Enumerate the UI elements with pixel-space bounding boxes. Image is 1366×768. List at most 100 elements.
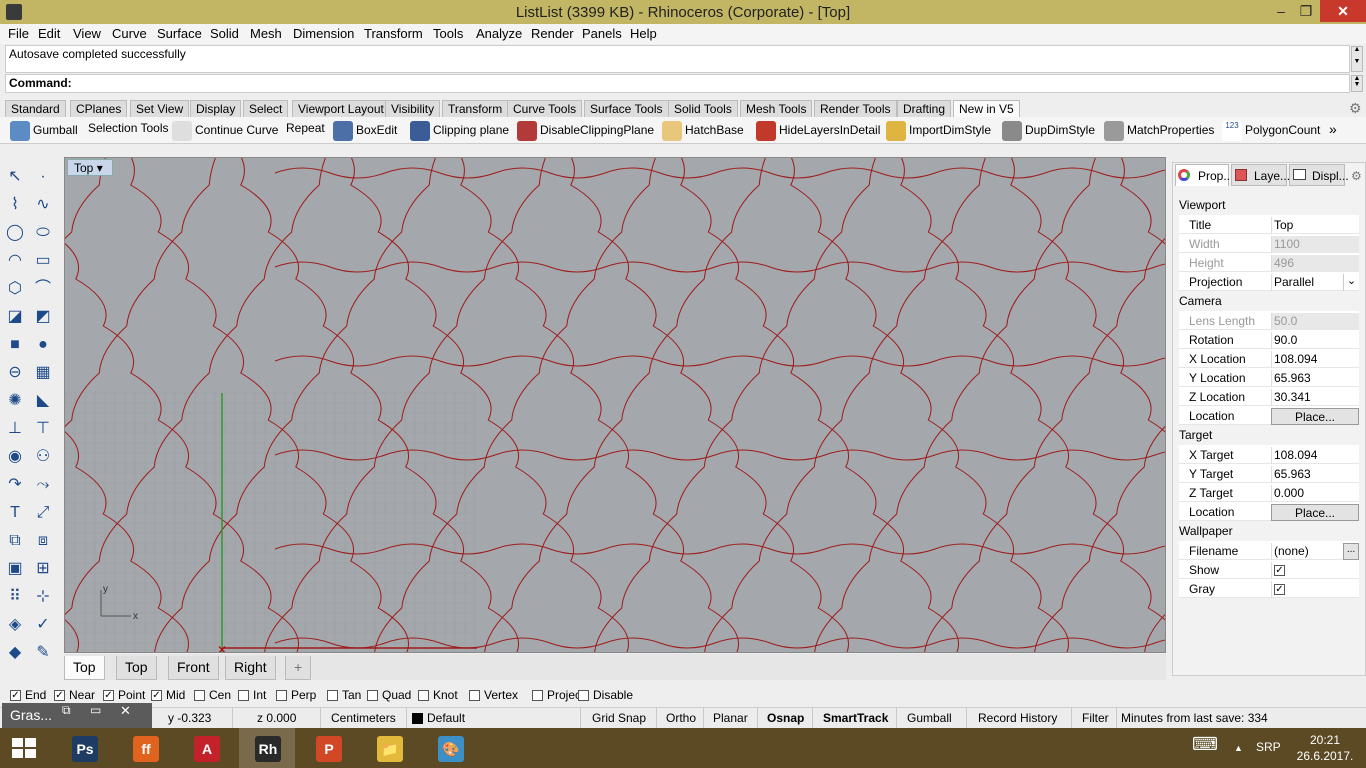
viewport-tab-front[interactable]: Front bbox=[168, 656, 219, 680]
tab-mesh-tools[interactable]: Mesh Tools bbox=[740, 100, 813, 117]
tab-standard[interactable]: Standard bbox=[5, 100, 66, 117]
osnap-checkbox[interactable]: ✓ bbox=[54, 690, 65, 702]
arc-icon[interactable]: ◠ bbox=[4, 250, 26, 272]
tab-visibility[interactable]: Visibility bbox=[385, 100, 441, 117]
osnap-tan[interactable]: Tan bbox=[327, 688, 361, 702]
osnap-mid[interactable]: ✓ Mid bbox=[151, 688, 185, 702]
tray-expand-icon[interactable]: ▲ bbox=[1234, 743, 1243, 753]
clipping-plane-tool[interactable]: Clipping plane bbox=[410, 121, 509, 141]
osnap-checkbox[interactable] bbox=[367, 690, 378, 702]
prop-value[interactable]: 108.094 bbox=[1271, 351, 1359, 368]
point-icon[interactable]: · bbox=[32, 166, 54, 188]
render-icon[interactable]: ◆ bbox=[4, 642, 26, 664]
osnap-vertex[interactable]: Vertex bbox=[469, 688, 518, 702]
units-label[interactable]: Centimeters bbox=[331, 711, 396, 725]
ellipse-icon[interactable]: ⬭ bbox=[32, 222, 54, 244]
tab-cplanes[interactable]: CPlanes bbox=[70, 100, 128, 117]
polyline-icon[interactable]: ⌇ bbox=[4, 194, 26, 216]
osnap-end[interactable]: ✓ End bbox=[10, 688, 46, 702]
smarttrack-toggle[interactable]: SmartTrack bbox=[823, 711, 888, 725]
minimize-button[interactable]: – bbox=[1267, 0, 1295, 22]
taskbar-app-4[interactable]: P bbox=[300, 728, 356, 768]
sphere-icon[interactable]: ● bbox=[32, 334, 54, 356]
trim-icon[interactable]: ◣ bbox=[32, 390, 54, 412]
taskbar-app-0[interactable]: Ps bbox=[56, 728, 112, 768]
clock[interactable]: 20:21 26.6.2017. bbox=[1290, 732, 1360, 764]
tab-display[interactable]: Display bbox=[190, 100, 242, 117]
osnap-near[interactable]: ✓ Near bbox=[54, 688, 95, 702]
import-dim-style-tool[interactable]: ImportDimStyle bbox=[886, 121, 991, 141]
layer-box-icon[interactable]: ▣ bbox=[4, 558, 26, 580]
continue-curve-tool[interactable]: Continue Curve bbox=[172, 121, 278, 141]
rotate-icon[interactable]: ↷ bbox=[4, 474, 26, 496]
menu-curve[interactable]: Curve bbox=[112, 26, 147, 41]
taskbar-app-2[interactable]: A bbox=[178, 728, 234, 768]
close-button[interactable]: ✕ bbox=[1320, 0, 1366, 22]
planar-toggle[interactable]: Planar bbox=[713, 711, 748, 725]
prop-value[interactable]: Parallel ⌄ bbox=[1271, 274, 1359, 291]
osnap-int[interactable]: Int bbox=[238, 688, 266, 702]
boxedit-tool[interactable]: BoxEdit bbox=[333, 121, 397, 141]
osnap-perp[interactable]: Perp bbox=[276, 688, 316, 702]
boolean-split-icon[interactable]: ⚇ bbox=[32, 446, 54, 468]
gumball-toggle[interactable]: Gumball bbox=[907, 711, 952, 725]
osnap-checkbox[interactable] bbox=[194, 690, 205, 702]
match-properties-tool[interactable]: MatchProperties bbox=[1104, 121, 1214, 141]
gh-close-icon[interactable]: ✕ bbox=[120, 703, 131, 719]
prop-value[interactable]: 30.341 bbox=[1271, 389, 1359, 406]
array-icon[interactable]: ⠿ bbox=[4, 586, 26, 608]
grasshopper-minimized-window[interactable]: Gras... ⧉ ▭ ✕ bbox=[2, 703, 152, 728]
prop-value[interactable]: 90.0 bbox=[1271, 332, 1359, 349]
taskbar-app-1[interactable]: ff bbox=[117, 728, 173, 768]
prop-checkbox[interactable]: ✓ bbox=[1274, 565, 1285, 577]
osnap-checkbox[interactable]: ✓ bbox=[10, 690, 21, 702]
current-layer[interactable]: Default bbox=[412, 711, 465, 725]
osnap-knot[interactable]: Knot bbox=[418, 688, 458, 702]
viewport-tab-top-1[interactable]: Top bbox=[64, 656, 105, 680]
disable-clipping-plane-tool[interactable]: DisableClippingPlane bbox=[517, 121, 654, 141]
osnap-quad[interactable]: Quad bbox=[367, 688, 411, 702]
prop-checkbox[interactable]: ✓ bbox=[1274, 584, 1285, 596]
dup-dim-style-tool[interactable]: DupDimStyle bbox=[1002, 121, 1095, 141]
explode-icon[interactable]: ✺ bbox=[4, 390, 26, 412]
hide-layers-in-detail-tool[interactable]: HideLayersInDetail bbox=[756, 121, 880, 141]
tab-set-view[interactable]: Set View bbox=[130, 100, 190, 117]
command-line[interactable]: Command: bbox=[5, 74, 1350, 93]
ruler-icon[interactable]: ⊞ bbox=[32, 558, 54, 580]
osnap-checkbox[interactable]: ✓ bbox=[151, 690, 162, 702]
split-icon[interactable]: ⊥ bbox=[4, 418, 26, 440]
place-button[interactable]: Place... bbox=[1271, 504, 1359, 521]
surface-corner-icon[interactable]: ◪ bbox=[4, 306, 26, 328]
osnap-checkbox[interactable] bbox=[469, 690, 480, 702]
mesh-icon[interactable]: ▦ bbox=[32, 362, 54, 384]
osnap-disable[interactable]: Disable bbox=[578, 688, 633, 702]
osnap-cen[interactable]: Cen bbox=[194, 688, 231, 702]
gh-maximize-icon[interactable]: ▭ bbox=[90, 703, 101, 717]
move-icon[interactable]: ⤳ bbox=[32, 474, 54, 496]
language-indicator[interactable]: SRP bbox=[1256, 740, 1281, 754]
prop-value[interactable]: 65.963 bbox=[1271, 466, 1359, 483]
rectangle-icon[interactable]: ▭ bbox=[32, 250, 54, 272]
grid-snap-toggle[interactable]: Grid Snap bbox=[592, 711, 646, 725]
start-button[interactable] bbox=[0, 728, 56, 768]
menu-tools[interactable]: Tools bbox=[433, 26, 463, 41]
box-icon[interactable]: ■ bbox=[4, 334, 26, 356]
osnap-checkbox[interactable] bbox=[238, 690, 249, 702]
tab-new-in-v5[interactable]: New in V5 bbox=[953, 100, 1020, 117]
history-scrollbar[interactable]: ▲ ▼ bbox=[1351, 46, 1363, 72]
gumball-tool[interactable]: Gumball bbox=[10, 121, 78, 141]
selection-tools-tool[interactable]: Selection Tools bbox=[88, 121, 169, 141]
filter-toggle[interactable]: Filter bbox=[1082, 711, 1109, 725]
command-scrollbar[interactable]: ▲ ▼ bbox=[1351, 75, 1363, 92]
curve-cv-icon[interactable]: ∿ bbox=[32, 194, 54, 216]
viewport-tab-add-button[interactable]: + bbox=[285, 656, 312, 680]
dimension-icon[interactable]: ⤢ bbox=[32, 502, 54, 524]
taskbar-app-6[interactable]: 🎨 bbox=[422, 728, 478, 768]
menu-file[interactable]: File bbox=[8, 26, 29, 41]
osnap-checkbox[interactable] bbox=[276, 690, 287, 702]
menu-help[interactable]: Help bbox=[630, 26, 657, 41]
viewport-tab-top-2[interactable]: Top bbox=[116, 656, 157, 680]
text-icon[interactable]: T bbox=[4, 502, 26, 524]
tab-solid-tools[interactable]: Solid Tools bbox=[668, 100, 738, 117]
osnap-point[interactable]: ✓ Point bbox=[103, 688, 145, 702]
